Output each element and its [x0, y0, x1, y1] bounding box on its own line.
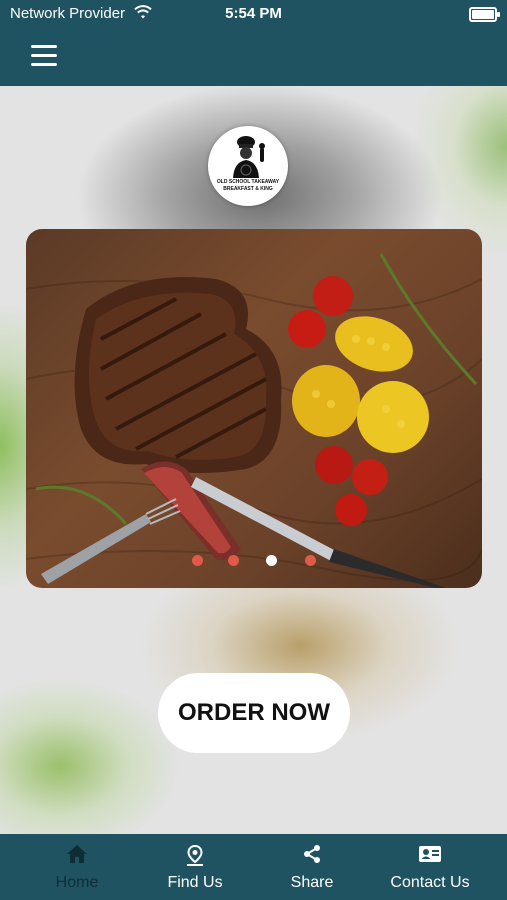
order-now-button[interactable]: ORDER NOW [158, 673, 350, 753]
home-icon [67, 845, 87, 863]
nav-contact-us-label: Contact Us [390, 874, 470, 891]
status-bar: Network Provider 5:54 PM [0, 0, 507, 28]
location-pin-icon [187, 844, 203, 866]
nav-contact-us[interactable]: Contact Us [367, 834, 493, 900]
carousel-dot[interactable] [305, 555, 316, 566]
nav-share-label: Share [290, 874, 334, 891]
restaurant-logo: OLD SCHOOL TAKEAWAY BREAKFAST & KING [208, 126, 288, 206]
menu-line [31, 54, 57, 57]
food-image[interactable] [26, 229, 482, 588]
share-icon [304, 845, 320, 863]
carousel-dot-active[interactable] [266, 555, 277, 566]
chef-icon [233, 136, 265, 178]
menu-line [31, 63, 57, 66]
carousel-indicator [190, 555, 320, 567]
nav-find-us-label: Find Us [167, 874, 223, 891]
top-bar: Network Provider 5:54 PM [0, 0, 507, 86]
nav-home-label: Home [55, 874, 99, 891]
nav-find-us[interactable]: Find Us [132, 834, 258, 900]
battery-icon [469, 7, 500, 22]
menu-button[interactable] [31, 45, 57, 67]
bottom-navigation: Home Find Us Share Contact Us [0, 834, 507, 900]
nav-home[interactable]: Home [14, 834, 140, 900]
carousel-dot[interactable] [228, 555, 239, 566]
nav-share[interactable]: Share [249, 834, 375, 900]
clock-time: 5:54 PM [225, 5, 282, 22]
menu-line [31, 45, 57, 48]
steak-platter-illustration [26, 253, 482, 588]
carousel-dot[interactable] [192, 555, 203, 566]
logo-text-line1: OLD SCHOOL TAKEAWAY [216, 179, 280, 185]
logo-text-line2: BREAKFAST & KING [223, 186, 273, 192]
contact-card-icon [419, 846, 441, 862]
